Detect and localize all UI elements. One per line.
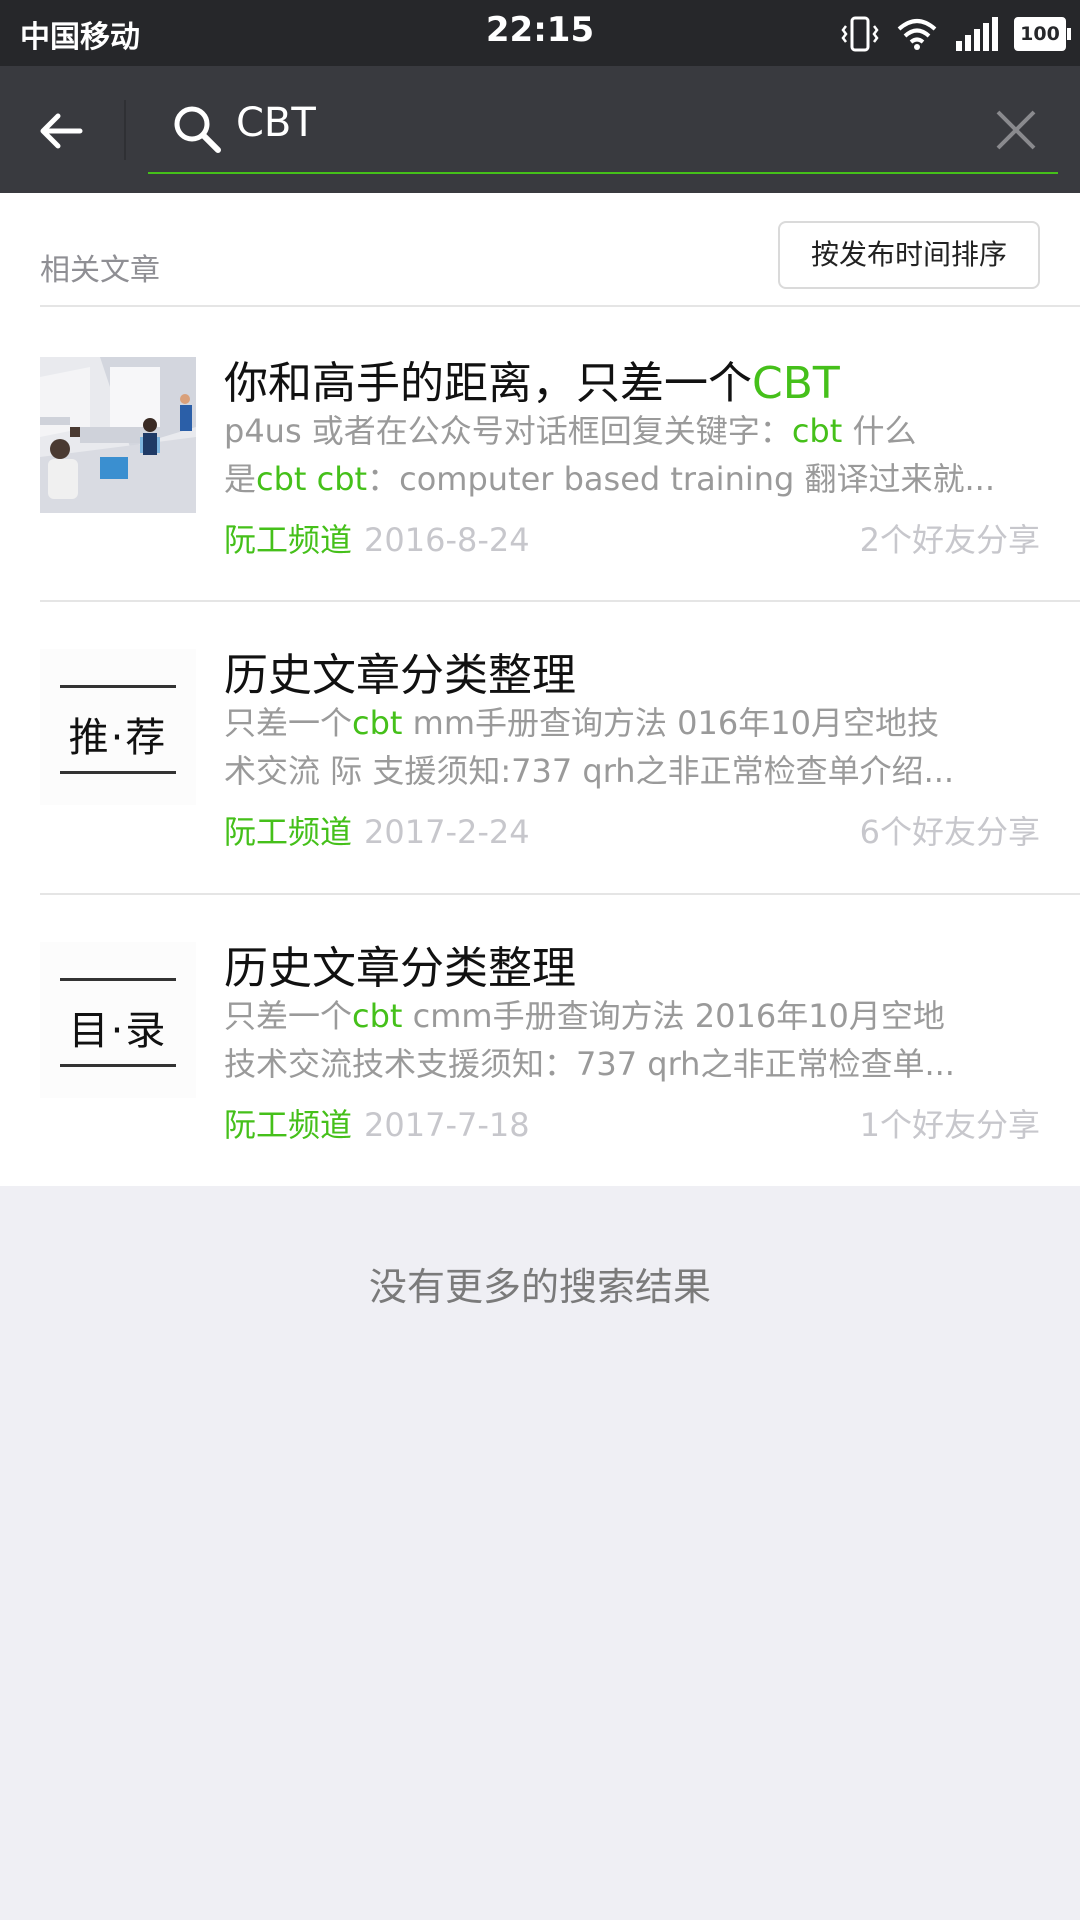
thumbnail-text: 目·录	[68, 1008, 168, 1054]
section-title: 相关文章	[40, 253, 160, 288]
no-more-results-label: 没有更多的搜索结果	[368, 1265, 711, 1309]
status-icons: 100	[840, 14, 1071, 54]
catalog-card-image: 目·录	[40, 942, 196, 1098]
article-snippet: 只差一个cbt cmm手册查询方法 2016年10月空地 技术交流技术支援须知：…	[224, 992, 1046, 1088]
article-title[interactable]: 历史文章分类整理	[224, 932, 576, 996]
article-source[interactable]: 阮工频道	[224, 1106, 352, 1144]
article-source[interactable]: 阮工频道	[224, 521, 352, 559]
search-query[interactable]: CBT	[236, 100, 316, 146]
snippet-text: cmm手册查询方法 2016年10月空地	[402, 997, 945, 1035]
snippet-text: 只差一个	[224, 704, 353, 742]
article-title-highlight: CBT	[752, 358, 840, 409]
article-title[interactable]: 你和高手的距离，只差一个CBT	[224, 347, 840, 411]
vibrate-icon	[841, 16, 879, 52]
snippet-line: 技术交流技术支援须知：737 qrh之非正常检查单...	[224, 1040, 1046, 1088]
article-title-text: 历史文章分类整理	[224, 650, 576, 701]
snippet-text: 只差一个	[224, 997, 353, 1035]
article-item[interactable]: 推·荐 历史文章分类整理 只差一个cbt mm手册查询方法 016年10月空地技…	[0, 599, 1080, 889]
snippet-line: 术交流 际 支援须知:737 qrh之非正常检查单介绍...	[224, 747, 1046, 795]
snippet-highlight: cbt cbt	[256, 460, 368, 498]
snippet-highlight: cbt	[352, 704, 403, 742]
sort-by-time-button[interactable]: 按发布时间排序	[778, 221, 1040, 289]
article-title-text: 历史文章分类整理	[224, 943, 576, 994]
snippet-text: 技术交流技术支援须知：737 qrh之非正常检查单...	[224, 1045, 955, 1083]
article-title-text: 你和高手的距离，只差一个	[224, 358, 752, 409]
article-snippet: p4us 或者在公众号对话框回复关键字：cbt 什么 是cbt cbt：comp…	[224, 407, 1046, 503]
snippet-line: 只差一个cbt mm手册查询方法 016年10月空地技	[224, 699, 1046, 747]
snippet-text: ：computer based training 翻译过来就...	[367, 460, 996, 498]
search-header: CBT	[0, 66, 1080, 193]
article-thumbnail: 推·荐	[40, 649, 196, 805]
snippet-line: p4us 或者在公众号对话框回复关键字：cbt 什么	[224, 407, 1046, 455]
article-item[interactable]: 目·录 历史文章分类整理 只差一个cbt cmm手册查询方法 2016年10月空…	[0, 892, 1080, 1182]
article-meta: 阮工频道 2017-7-18	[224, 1100, 530, 1146]
friend-share-count: 6个好友分享	[859, 813, 1040, 851]
signal-icon	[956, 17, 998, 51]
article-meta: 阮工频道 2016-8-24	[224, 515, 530, 561]
header-divider	[124, 100, 126, 160]
article-source[interactable]: 阮工频道	[224, 813, 352, 851]
search-icon	[174, 106, 221, 153]
thumbnail-text: 推·荐	[68, 715, 168, 761]
snippet-highlight: cbt	[352, 997, 403, 1035]
snippet-text: 术交流 际 支援须知:737 qrh之非正常检查单介绍...	[224, 752, 955, 790]
article-date: 2017-7-18	[364, 1106, 530, 1144]
snippet-text: 是	[224, 460, 257, 498]
snippet-text: p4us 或者在公众号对话框回复关键字：	[224, 412, 792, 450]
battery-icon: 100	[1014, 17, 1071, 51]
recommend-card-image: 推·荐	[40, 649, 196, 805]
article-title[interactable]: 历史文章分类整理	[224, 639, 576, 703]
article-thumbnail: 目·录	[40, 942, 196, 1098]
article-snippet: 只差一个cbt mm手册查询方法 016年10月空地技 术交流 际 支援须知:7…	[224, 699, 1046, 795]
friend-share-count: 2个好友分享	[859, 521, 1040, 559]
article-item[interactable]: 你和高手的距离，只差一个CBT p4us 或者在公众号对话框回复关键字：cbt …	[0, 307, 1080, 597]
snippet-line: 是cbt cbt：computer based training 翻译过来就..…	[224, 455, 1046, 503]
results-panel: 相关文章 按发布时间排序 你和高手的距离，只差一个CBT p4us 或者在公众号…	[0, 193, 1080, 1186]
snippet-text: 什么	[842, 412, 917, 450]
article-thumbnail	[40, 357, 196, 513]
snippet-highlight: cbt	[791, 412, 843, 450]
back-arrow-icon[interactable]	[36, 106, 86, 156]
wifi-icon	[897, 19, 937, 50]
office-illustration-icon	[40, 357, 196, 513]
snippet-text: mm手册查询方法 016年10月空地技	[402, 704, 939, 742]
search-input[interactable]: CBT	[148, 88, 1058, 174]
snippet-line: 只差一个cbt cmm手册查询方法 2016年10月空地	[224, 992, 1046, 1040]
clear-icon[interactable]	[994, 108, 1038, 152]
friend-share-count: 1个好友分享	[859, 1106, 1040, 1144]
article-date: 2017-2-24	[364, 813, 530, 851]
status-bar: 中国移动 22:15 100	[0, 0, 1080, 66]
article-date: 2016-8-24	[364, 521, 530, 559]
article-meta: 阮工频道 2017-2-24	[224, 807, 530, 853]
